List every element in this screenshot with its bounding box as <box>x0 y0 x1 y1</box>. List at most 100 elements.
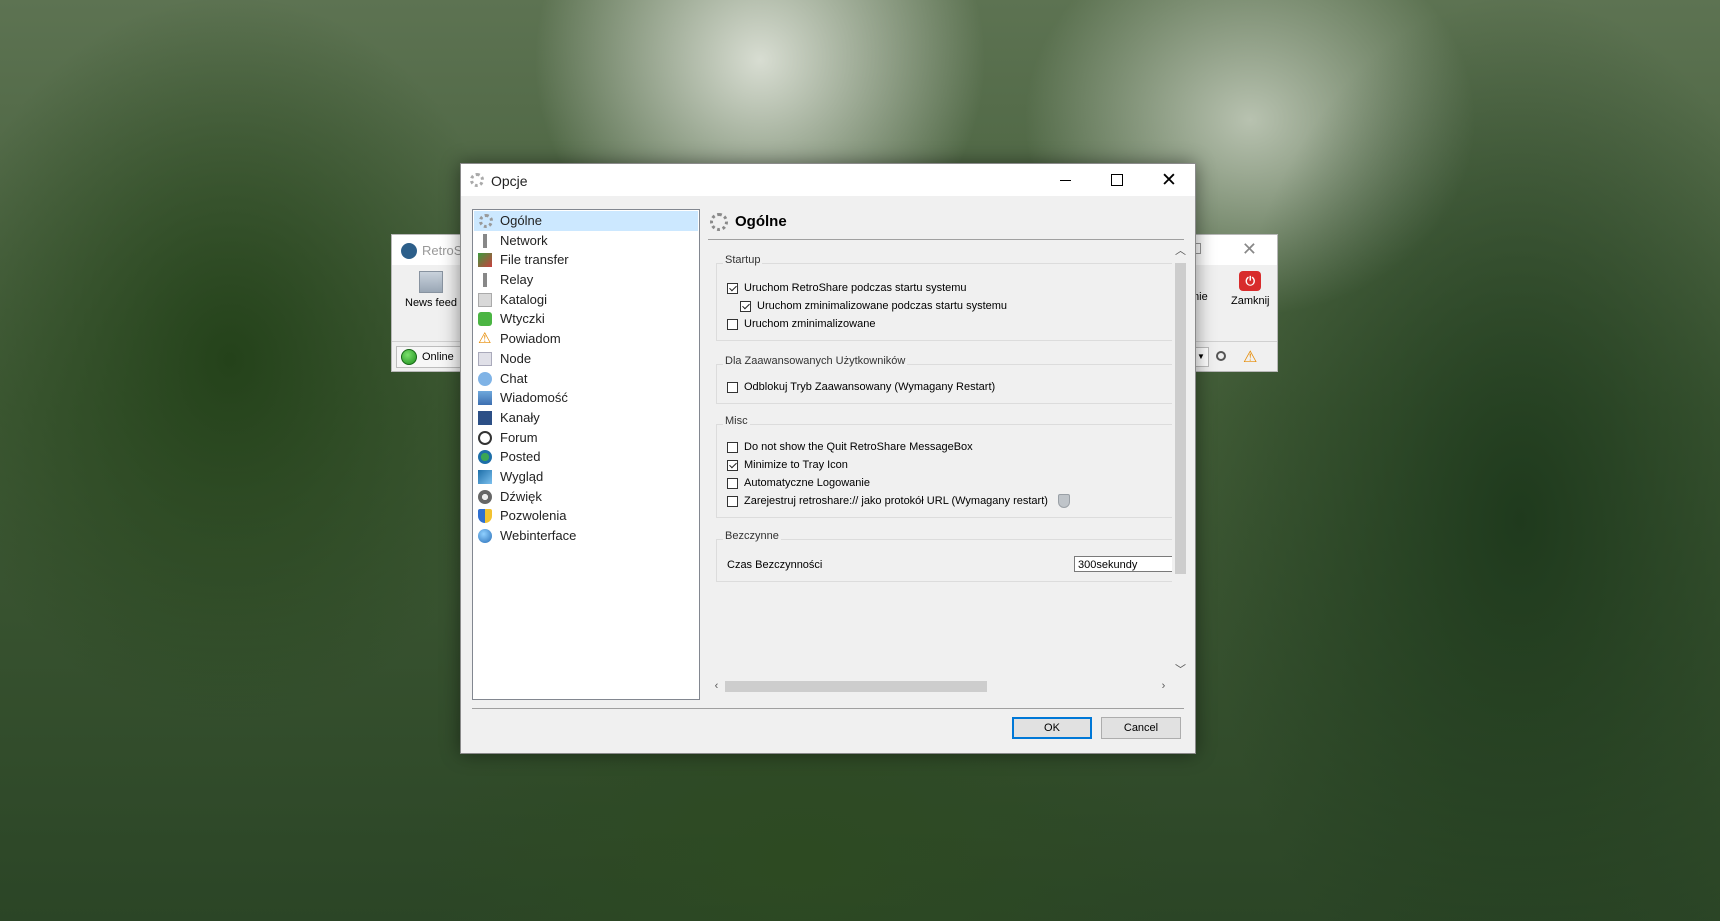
nav-item-label: Relay <box>500 272 534 288</box>
nav-item-file-transfer[interactable]: File transfer <box>473 250 699 270</box>
checkbox-unchecked-icon <box>727 495 738 507</box>
start-minimized-on-boot-checkbox[interactable]: Uruchom zminimalizowane podczas startu s… <box>740 297 1007 315</box>
checkbox-label: Odblokuj Tryb Zaawansowany (Wymagany Res… <box>744 381 996 393</box>
checkbox-label: Automatyczne Logowanie <box>744 477 870 489</box>
no-quit-messagebox-checkbox[interactable]: Do not show the Quit RetroShare MessageB… <box>727 438 973 456</box>
start-on-boot-checkbox[interactable]: Uruchom RetroShare podczas startu system… <box>727 279 967 297</box>
checkbox-checked-icon <box>727 282 738 294</box>
nav-item-label: Wtyczki <box>500 311 545 327</box>
auto-login-checkbox[interactable]: Automatyczne Logowanie <box>727 474 870 492</box>
idle-time-spinbox[interactable]: 300sekundy <box>1074 556 1172 572</box>
network-icon <box>483 233 487 248</box>
idle-group: Bezczynne Czas Bezczynności 300sekundy <box>716 530 1172 582</box>
nav-item-label: Wygląd <box>500 468 544 484</box>
dialog-title: Opcje <box>491 173 528 189</box>
startup-group-title: Startup <box>723 254 763 266</box>
vertical-scrollbar[interactable]: ︿ ﹀ <box>1172 243 1189 679</box>
nav-item-relay[interactable]: Relay <box>473 270 699 290</box>
quit-label: Zamknij <box>1231 295 1270 307</box>
misc-group-title: Misc <box>723 415 750 427</box>
close-icon: ✕ <box>1161 169 1177 191</box>
chevron-right-icon[interactable]: › <box>1155 678 1172 695</box>
shield-icon <box>1057 494 1070 508</box>
checkbox-checked-icon <box>727 459 738 471</box>
nav-item-katalogi[interactable]: Katalogi <box>473 290 699 310</box>
minimize-button[interactable] <box>1039 164 1091 196</box>
channels-icon <box>478 410 492 425</box>
online-status-icon <box>401 349 417 365</box>
checkbox-label: Do not show the Quit RetroShare MessageB… <box>744 441 973 453</box>
options-dialog[interactable]: Opcje ✕ Ogólne Network File transfer Rel… <box>460 163 1196 754</box>
options-nav-list[interactable]: Ogólne Network File transfer Relay Katal… <box>472 209 700 700</box>
startup-group: Startup Uruchom RetroShare podczas start… <box>716 254 1172 341</box>
shield-icon <box>478 509 492 524</box>
checkbox-unchecked-icon <box>727 381 738 393</box>
checkbox-label: Uruchom zminimalizowane <box>744 318 876 330</box>
maximize-icon <box>1111 174 1123 186</box>
nav-item-label: Chat <box>500 370 528 386</box>
nav-item-network[interactable]: Network <box>473 231 699 251</box>
warning-icon[interactable]: ⚠ <box>1243 347 1257 367</box>
button-separator <box>472 708 1184 709</box>
news-feed-icon <box>418 271 443 293</box>
vertical-scroll-thumb[interactable] <box>1175 263 1186 574</box>
warning-icon: ⚠ <box>478 330 492 348</box>
minimize-to-tray-checkbox[interactable]: Minimize to Tray Icon <box>727 456 848 474</box>
nav-item-wiadomosc[interactable]: Wiadomość <box>473 388 699 408</box>
relay-icon <box>483 273 487 288</box>
unlock-advanced-checkbox[interactable]: Odblokuj Tryb Zaawansowany (Wymagany Res… <box>727 378 995 396</box>
online-status-button[interactable]: Online <box>396 346 463 368</box>
nav-item-dzwiek[interactable]: Dźwięk <box>473 487 699 507</box>
start-minimized-checkbox[interactable]: Uruchom zminimalizowane <box>727 315 875 333</box>
close-button[interactable]: ✕ <box>1143 164 1195 196</box>
nat-status-icon[interactable] <box>1216 351 1226 361</box>
settings-scroll-area[interactable]: Startup Uruchom RetroShare podczas start… <box>708 243 1172 659</box>
nav-item-ogolne[interactable]: Ogólne <box>474 211 698 231</box>
nav-item-powiadom[interactable]: ⚠ Powiadom <box>473 329 699 349</box>
nav-item-label: Pozwolenia <box>500 508 567 524</box>
nav-item-label: Kanały <box>500 409 540 425</box>
ok-button[interactable]: OK <box>1012 717 1092 739</box>
nav-item-chat[interactable]: Chat <box>473 369 699 389</box>
nav-item-label: Wiadomość <box>500 390 568 406</box>
file-transfer-icon <box>478 253 492 268</box>
maximize-button[interactable] <box>1091 164 1143 196</box>
nav-item-webinterface[interactable]: Webinterface <box>473 526 699 546</box>
checkbox-unchecked-icon <box>727 477 738 489</box>
message-icon <box>478 391 492 406</box>
register-url-protocol-checkbox[interactable]: Zarejestruj retroshare:// jako protokół … <box>727 492 1070 510</box>
online-status-label: Online <box>422 351 454 363</box>
puzzle-icon <box>478 312 492 327</box>
cancel-button[interactable]: Cancel <box>1101 717 1181 739</box>
nav-item-posted[interactable]: Posted <box>473 447 699 467</box>
dialog-titlebar[interactable]: Opcje ✕ <box>461 164 1195 196</box>
gear-icon <box>479 214 493 228</box>
idle-time-label: Czas Bezczynności <box>727 559 823 571</box>
horizontal-scroll-thumb[interactable] <box>725 681 987 692</box>
main-close-icon[interactable]: ✕ <box>1242 239 1257 260</box>
horizontal-scrollbar[interactable]: ‹ › <box>708 678 1172 695</box>
nav-item-kanaly[interactable]: Kanały <box>473 408 699 428</box>
nav-item-pozwolenia[interactable]: Pozwolenia <box>473 506 699 526</box>
quit-button[interactable]: ⏻ Zamknij <box>1231 271 1270 307</box>
nav-item-wtyczki[interactable]: Wtyczki <box>473 309 699 329</box>
checkbox-unchecked-icon <box>727 318 738 330</box>
misc-group: Misc Do not show the Quit RetroShare Mes… <box>716 415 1172 518</box>
news-feed-button[interactable]: News feed <box>405 271 457 309</box>
checkbox-label: Zarejestruj retroshare:// jako protokół … <box>744 495 1048 507</box>
minimize-icon <box>1059 179 1071 181</box>
nav-item-forum[interactable]: Forum <box>473 428 699 448</box>
nav-item-node[interactable]: Node <box>473 349 699 369</box>
nav-item-wyglad[interactable]: Wygląd <box>473 467 699 487</box>
main-window-title: RetroS <box>422 243 463 258</box>
nav-item-label: Webinterface <box>500 528 577 543</box>
checkbox-label: Uruchom RetroShare podczas startu system… <box>744 282 967 294</box>
chevron-down-icon[interactable]: ﹀ <box>1172 662 1189 679</box>
nav-item-label: Ogólne <box>500 213 542 228</box>
nav-item-label: File transfer <box>500 252 569 268</box>
retroshare-logo-icon <box>401 243 417 259</box>
page-header: Ogólne <box>708 209 1184 240</box>
page-title: Ogólne <box>735 213 787 230</box>
chevron-left-icon[interactable]: ‹ <box>708 678 725 695</box>
chevron-up-icon[interactable]: ︿ <box>1172 243 1189 260</box>
